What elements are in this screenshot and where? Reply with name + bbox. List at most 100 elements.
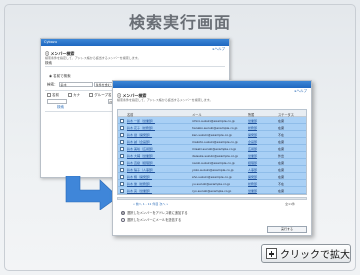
member-status: 不在 [278, 132, 285, 137]
table-row[interactable]: 鈴木 亮（営業部） ryo.suzuki@example.co.jp 営業部 在席 [118, 187, 306, 194]
row-checkbox[interactable] [120, 174, 124, 179]
checkbox[interactable] [47, 93, 51, 97]
result-count: 全11件 [285, 202, 295, 206]
member-name-link[interactable]: 鈴木 翔（開発部） [127, 175, 152, 179]
window-description: 検索条件を指定して、アドレス帳から該当するメンバーを検索します。 [45, 56, 141, 60]
member-name-link[interactable]: 鈴木 健（開発部） [127, 133, 152, 137]
member-dept[interactable]: 総務部 [248, 126, 257, 130]
window-description: 検索条件を指定して、アドレス帳から該当するメンバーを検索します。 [117, 98, 213, 102]
search-input[interactable]: 鈴木 [58, 82, 93, 87]
column-header[interactable]: 所属 [248, 112, 254, 117]
member-status: 外出 [278, 153, 285, 158]
member-mail: daisuke.suzuki@example.co.jp [192, 153, 238, 158]
member-mail: yu.suzuki@example.co.jp [192, 181, 231, 186]
member-dept[interactable]: 企画部 [248, 140, 257, 144]
window-titlebar: Cybozu [41, 39, 229, 46]
member-dept[interactable]: 経理部 [248, 161, 257, 165]
row-checkbox[interactable] [120, 132, 124, 137]
table-row[interactable]: 鈴木 美咲（広報部） misaki.suzuki@example.co.jp 広報部… [118, 145, 306, 152]
search-results-window: ▸ヘルプ ⓘ メンバー検索 検索条件を指定して、アドレス帳から該当するメンバーを… [112, 80, 312, 236]
checkbox[interactable] [68, 93, 73, 97]
radio-icon [121, 211, 125, 215]
pager[interactable]: « 前へ 1 - 11 件目 次へ » [133, 202, 168, 206]
table-row[interactable]: 鈴木 翔（開発部） sho.suzuki@example.co.jp 開発部 在席 [118, 173, 306, 180]
row-checkbox[interactable] [120, 125, 124, 130]
member-name-link[interactable]: 鈴木 直樹（経理部） [127, 161, 155, 165]
table-row[interactable]: 鈴木 健（開発部） ken.suzuki@example.co.jp 開発部 不在 [118, 131, 306, 138]
column-header[interactable]: ステータス [278, 112, 294, 117]
action-radio-add[interactable]: 選択したメンバーをアドレス帳に追加する [121, 210, 188, 215]
member-status: 在席 [278, 139, 285, 144]
table-header: 名前 メール 所属 ステータス [118, 110, 306, 117]
row-checkbox[interactable] [120, 181, 124, 186]
column-header[interactable]: 名前 [127, 112, 133, 117]
member-name-link[interactable]: 鈴木 花子（総務部） [127, 126, 155, 130]
table-row[interactable]: 鈴木 誠（企画部） makoto.suzuki@example.co.jp 企画部 在… [118, 138, 306, 145]
row-checkbox[interactable] [120, 188, 124, 193]
member-status: 在席 [278, 118, 285, 123]
member-name-link[interactable]: 鈴木 大輔（営業部） [127, 154, 155, 158]
member-name-link[interactable]: 鈴木 優（総務部） [127, 182, 152, 186]
member-name-link[interactable]: 鈴木 美咲（広報部） [127, 147, 155, 151]
column-header[interactable]: メール [192, 112, 202, 117]
radio-icon [121, 218, 125, 222]
member-name-link[interactable]: 鈴木 亮（営業部） [127, 189, 152, 193]
member-mail: ken.suzuki@example.co.jp [192, 132, 232, 137]
row-checkbox[interactable] [120, 146, 124, 151]
results-table: 名前 メール 所属 ステータス 鈴木 一郎（営業部） ichiro.suzuki@… [117, 109, 307, 195]
member-name-link[interactable]: 鈴木 一郎（営業部） [127, 119, 155, 123]
row-checkbox[interactable] [120, 139, 124, 144]
member-dept[interactable]: 人事部 [248, 168, 257, 172]
table-row[interactable]: 鈴木 一郎（営業部） ichiro.suzuki@example.co.jp 営業部… [118, 117, 306, 124]
plus-icon [266, 248, 277, 259]
member-status: 在席 [278, 167, 285, 172]
member-status: 不在 [278, 181, 285, 186]
member-status: 在席 [278, 125, 285, 130]
member-mail: ichiro.suzuki@example.co.jp [192, 118, 235, 123]
member-dept[interactable]: 開発部 [248, 175, 257, 179]
member-mail: sho.suzuki@example.co.jp [192, 174, 232, 179]
window-titlebar [113, 81, 311, 88]
row-checkbox[interactable] [120, 167, 124, 172]
table-row[interactable]: 鈴木 直樹（経理部） naoki.suzuki@example.co.jp 経理部 在… [118, 159, 306, 166]
date-input[interactable] [47, 99, 67, 104]
row-checkbox[interactable] [120, 160, 124, 165]
zoom-label: クリックで拡大 [280, 250, 350, 261]
checkbox[interactable] [89, 93, 94, 97]
member-dept[interactable]: 総務部 [248, 182, 257, 186]
member-status: 在席 [278, 160, 285, 165]
member-status: 在席 [278, 146, 285, 151]
table-row[interactable]: 鈴木 大輔（営業部） daisuke.suzuki@example.co.jp 営業… [118, 152, 306, 159]
member-dept[interactable]: 営業部 [248, 119, 257, 123]
table-row[interactable]: 鈴木 花子（総務部） hanako.suzuki@example.co.jp 総務部… [118, 124, 306, 131]
search-option-radio[interactable]: ◉ 名前で検索 [49, 74, 71, 79]
page-title: 検索実行画面 [128, 13, 231, 32]
row-checkbox[interactable] [120, 153, 124, 158]
member-dept[interactable]: 開発部 [248, 133, 257, 137]
member-mail: yoko.suzuki@example.co.jp [192, 167, 234, 172]
divider [45, 66, 225, 67]
member-status: 在席 [278, 174, 285, 179]
member-dept[interactable]: 営業部 [248, 154, 257, 158]
member-mail: misaki.suzuki@example.co.jp [192, 146, 237, 151]
table-row[interactable]: 鈴木 陽子（人事部） yoko.suzuki@example.co.jp 人事部 在席 [118, 166, 306, 173]
help-link[interactable]: ▸ヘルプ [213, 47, 225, 52]
member-mail: naoki.suzuki@example.co.jp [192, 160, 235, 165]
member-mail: ryo.suzuki@example.co.jp [192, 188, 232, 193]
help-link[interactable]: ▸ヘルプ [295, 89, 307, 94]
member-dept[interactable]: 広報部 [248, 147, 257, 151]
member-name-link[interactable]: 鈴木 誠（企画部） [127, 140, 152, 144]
execute-button[interactable]: 実行する [267, 226, 307, 233]
member-mail: makoto.suzuki@example.co.jp [192, 139, 238, 144]
row-checkbox[interactable] [120, 118, 124, 123]
search-label: 検索： [47, 82, 58, 87]
member-mail: hanako.suzuki@example.co.jp [192, 125, 238, 130]
horizontal-scrollbar[interactable] [117, 197, 307, 200]
zoom-button[interactable]: クリックで拡大 [261, 244, 351, 263]
action-radio-mail[interactable]: 選択したメンバーにメールを送信する [121, 217, 181, 222]
member-status: 在席 [278, 188, 285, 193]
table-row[interactable]: 鈴木 優（総務部） yu.suzuki@example.co.jp 総務部 不在 [118, 180, 306, 187]
member-name-link[interactable]: 鈴木 陽子（人事部） [127, 168, 155, 172]
member-dept[interactable]: 営業部 [248, 189, 257, 193]
search-link[interactable]: 検索 [57, 105, 64, 110]
